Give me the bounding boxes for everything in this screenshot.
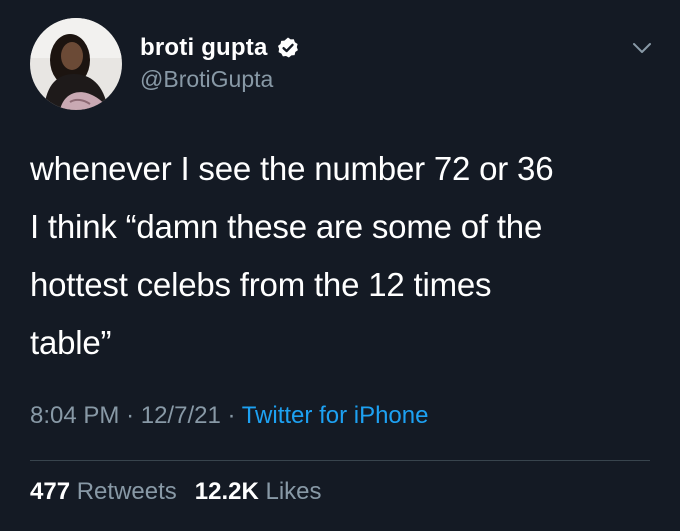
tweet-card: broti gupta @BrotiGupta whenever I see t…	[0, 0, 680, 531]
verified-badge-icon	[276, 36, 300, 60]
author-handle[interactable]: @BrotiGupta	[140, 66, 273, 93]
tweet-time[interactable]: 8:04 PM	[30, 402, 119, 429]
tweet-text: whenever I see the number 72 or 36 I thi…	[30, 140, 660, 372]
chevron-down-icon[interactable]	[630, 36, 654, 60]
retweets-count: 477	[30, 478, 71, 505]
tweet-date[interactable]: 12/7/21	[141, 402, 221, 429]
avatar[interactable]	[30, 18, 122, 110]
tweet-stats: 477 Retweets 12.2K Likes	[30, 478, 322, 506]
likes-stat[interactable]: 12.2K Likes	[195, 478, 322, 505]
author-name-row[interactable]: broti gupta	[140, 32, 300, 64]
likes-count: 12.2K	[194, 478, 259, 505]
retweets-stat[interactable]: 477 Retweets	[30, 478, 177, 505]
tweet-text-line: table”	[30, 324, 112, 361]
retweets-label: Retweets	[76, 478, 177, 505]
tweet-text-line: whenever I see the number 72 or 36	[30, 150, 554, 187]
tweet-metadata: 8:04 PM · 12/7/21 · Twitter for iPhone	[30, 402, 428, 430]
tweet-source-link[interactable]: Twitter for iPhone	[242, 402, 429, 429]
tweet-text-line: I think “damn these are some of the	[30, 208, 543, 245]
meta-separator: ·	[126, 402, 135, 429]
tweet-text-line: hottest celebs from the 12 times	[30, 266, 492, 303]
likes-label: Likes	[265, 478, 322, 505]
avatar-image	[30, 18, 122, 110]
meta-separator: ·	[227, 402, 236, 429]
author-display-name[interactable]: broti gupta	[140, 34, 268, 62]
divider	[30, 460, 650, 461]
